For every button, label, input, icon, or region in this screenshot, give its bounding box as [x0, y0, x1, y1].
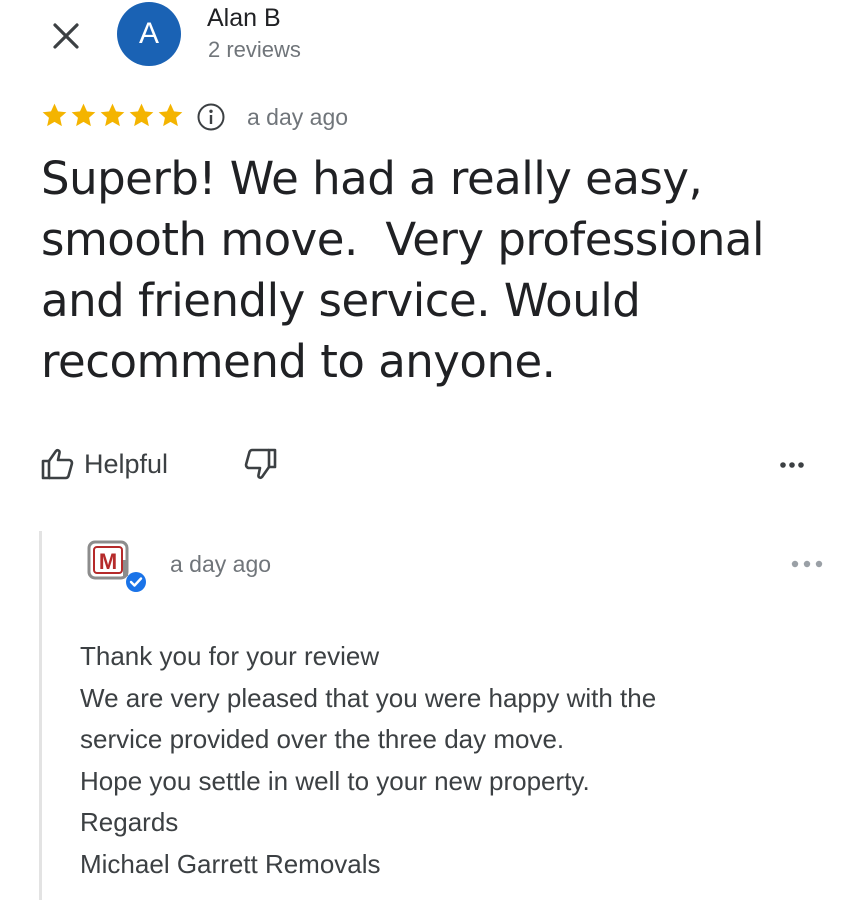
close-icon	[53, 23, 79, 49]
reply-text: Thank you for your review We are very pl…	[80, 636, 840, 885]
owner-logo[interactable]: M	[86, 537, 158, 597]
star-icon	[42, 103, 67, 127]
star-icon	[129, 103, 154, 127]
reply-line: Thank you for your review	[80, 641, 380, 671]
owner-logo-letter: M	[99, 549, 117, 574]
helpful-button[interactable]: Helpful	[40, 441, 168, 487]
star-icon	[100, 103, 125, 127]
star-icon	[158, 103, 183, 127]
not-helpful-button[interactable]	[238, 441, 284, 487]
reviewer-avatar[interactable]: A	[117, 2, 181, 66]
reviewer-name[interactable]: Alan B	[207, 4, 281, 33]
reply-divider	[39, 531, 42, 900]
reply-timestamp: a day ago	[170, 551, 272, 577]
info-icon[interactable]	[196, 102, 226, 132]
reply-line: Hope you settle in well to your new prop…	[80, 765, 590, 796]
helpful-label: Helpful	[84, 448, 169, 479]
reviewer-review-count: 2 reviews	[208, 37, 301, 62]
star-icon	[71, 103, 96, 127]
review-timestamp: a day ago	[247, 104, 349, 130]
reply-line: Regards	[80, 807, 179, 837]
star-rating	[40, 101, 185, 130]
thumbs-down-icon	[244, 448, 277, 479]
thumbs-up-icon	[41, 449, 74, 480]
review-more-options-button[interactable]	[772, 447, 812, 483]
reply-line: Michael Garrett Removals	[80, 848, 381, 879]
more-horizontal-icon	[780, 462, 804, 468]
more-horizontal-icon	[791, 560, 823, 568]
reply-line: service provided over the three day move…	[80, 724, 565, 754]
close-button[interactable]	[40, 10, 92, 62]
verified-badge-icon	[126, 572, 146, 592]
reply-line: We are very pleased that you were happy …	[80, 682, 657, 713]
reply-more-options-button[interactable]	[785, 547, 829, 581]
review-text: Superb! We had a really easy, smooth mov…	[41, 152, 764, 388]
